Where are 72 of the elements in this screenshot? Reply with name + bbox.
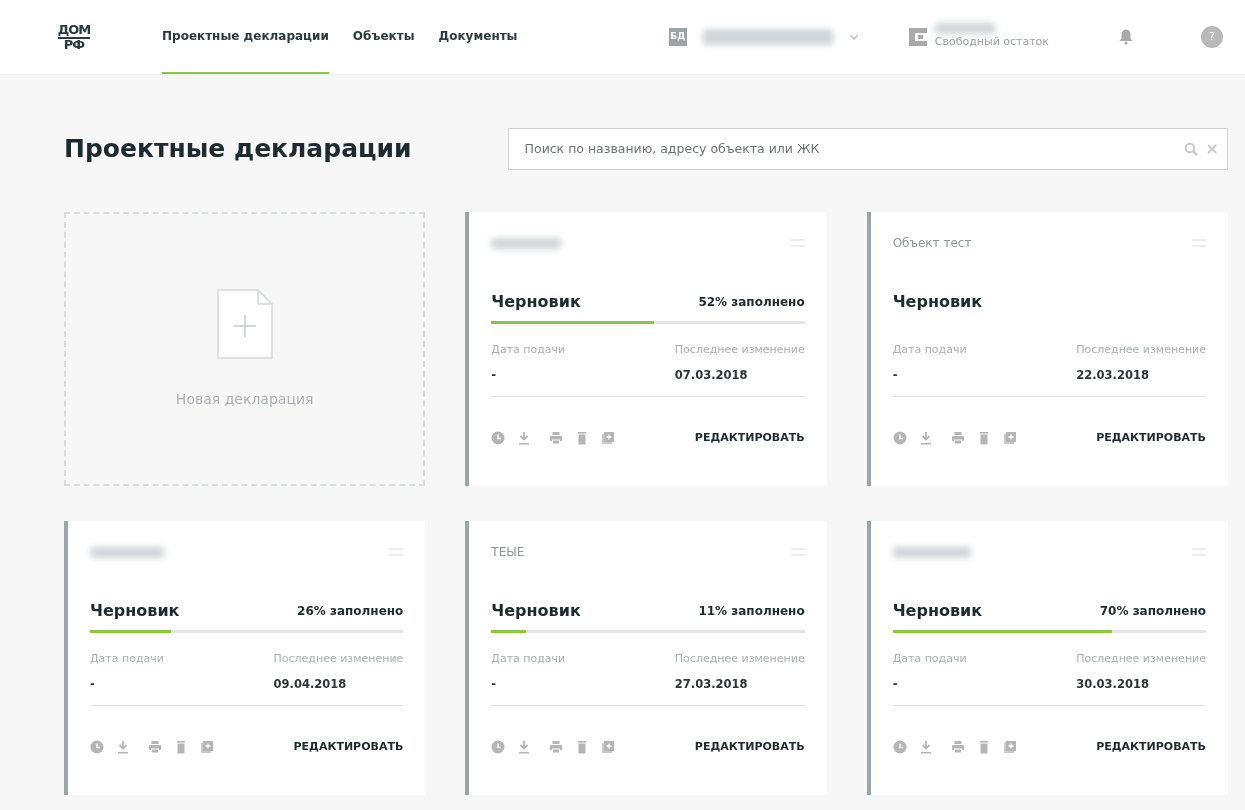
date-label: Дата подачи	[491, 342, 566, 358]
date-value: 30.03.2018	[1076, 675, 1150, 693]
document-plus-icon	[216, 288, 273, 359]
nav-tab[interactable]: Объекты	[352, 0, 415, 74]
status-label: Черновик	[90, 600, 180, 622]
download-icon[interactable]	[116, 740, 130, 754]
wallet-icon	[908, 28, 927, 46]
clock-icon[interactable]	[90, 740, 104, 754]
copy-icon[interactable]	[601, 431, 616, 445]
clock-icon[interactable]	[892, 431, 907, 445]
bell-icon	[1119, 29, 1133, 45]
clock-icon[interactable]	[491, 740, 506, 754]
date-value: -	[491, 366, 498, 384]
blurred-text	[934, 23, 995, 35]
card-title: ТЕЫЕ	[491, 544, 525, 561]
edit-button[interactable]: РЕДАКТИРОВАТЬ	[293, 738, 404, 756]
chevron-down-icon	[848, 34, 859, 40]
company-badge: БД	[668, 28, 687, 46]
date-label: Дата подачи	[892, 651, 967, 667]
logo[interactable]: ДОМ РФ	[50, 23, 98, 51]
nav-tab[interactable]: Проектные декларации	[162, 0, 329, 74]
date-label: Последнее изменение	[1076, 342, 1206, 358]
clock-icon[interactable]	[491, 431, 506, 445]
copy-icon[interactable]	[1002, 740, 1017, 754]
status-label: Черновик	[491, 600, 581, 622]
date-value: 22.03.2018	[1076, 366, 1150, 384]
printer-icon[interactable]	[950, 431, 965, 445]
trash-icon[interactable]	[174, 740, 188, 754]
new-declaration-label: Новая декларация	[175, 389, 314, 409]
download-icon[interactable]	[918, 740, 933, 754]
progress-text: 11% заполнено	[698, 603, 805, 620]
date-value: 07.03.2018	[674, 366, 749, 384]
clock-icon[interactable]	[892, 740, 907, 754]
download-icon[interactable]	[918, 431, 933, 445]
date-label: Дата подачи	[491, 651, 566, 667]
progress-text: 52% заполнено	[698, 294, 805, 311]
nav-tab[interactable]: Документы	[438, 0, 518, 74]
download-icon[interactable]	[517, 431, 532, 445]
balance-caption: Свободный остаток	[934, 34, 1049, 51]
copy-icon[interactable]	[601, 740, 616, 754]
date-value: -	[491, 675, 498, 693]
download-icon[interactable]	[517, 740, 532, 754]
card-title: Объект тест	[892, 235, 972, 252]
status-label: Черновик	[892, 291, 983, 313]
date-label: Последнее изменение	[674, 342, 805, 358]
date-value: 27.03.2018	[674, 675, 749, 693]
copy-icon[interactable]	[200, 740, 214, 754]
search-icon	[1183, 142, 1198, 156]
blurred-title	[491, 237, 562, 249]
printer-icon[interactable]	[148, 740, 162, 754]
edit-button[interactable]: РЕДАКТИРОВАТЬ	[694, 429, 805, 447]
status-label: Черновик	[892, 600, 983, 622]
printer-icon[interactable]	[549, 431, 564, 445]
date-value: -	[892, 366, 899, 384]
edit-button[interactable]: РЕДАКТИРОВАТЬ	[1096, 738, 1206, 756]
copy-icon[interactable]	[1002, 431, 1017, 445]
date-label: Дата подачи	[90, 651, 164, 667]
edit-button[interactable]: РЕДАКТИРОВАТЬ	[1096, 429, 1206, 447]
date-label: Последнее изменение	[674, 651, 805, 667]
printer-icon[interactable]	[950, 740, 965, 754]
date-label: Дата подачи	[892, 342, 967, 358]
date-value: -	[892, 675, 899, 693]
date-label: Последнее изменение	[273, 651, 404, 667]
progress-text: 26% заполнено	[297, 603, 404, 620]
page-title: Проектные декларации	[64, 134, 412, 164]
date-label: Последнее изменение	[1076, 651, 1206, 667]
status-label: Черновик	[491, 291, 581, 313]
date-value: 09.04.2018	[273, 675, 348, 693]
edit-button[interactable]: РЕДАКТИРОВАТЬ	[694, 738, 805, 756]
printer-icon[interactable]	[549, 740, 564, 754]
date-value: -	[90, 675, 96, 693]
progress-text: 70% заполнено	[1099, 603, 1206, 620]
